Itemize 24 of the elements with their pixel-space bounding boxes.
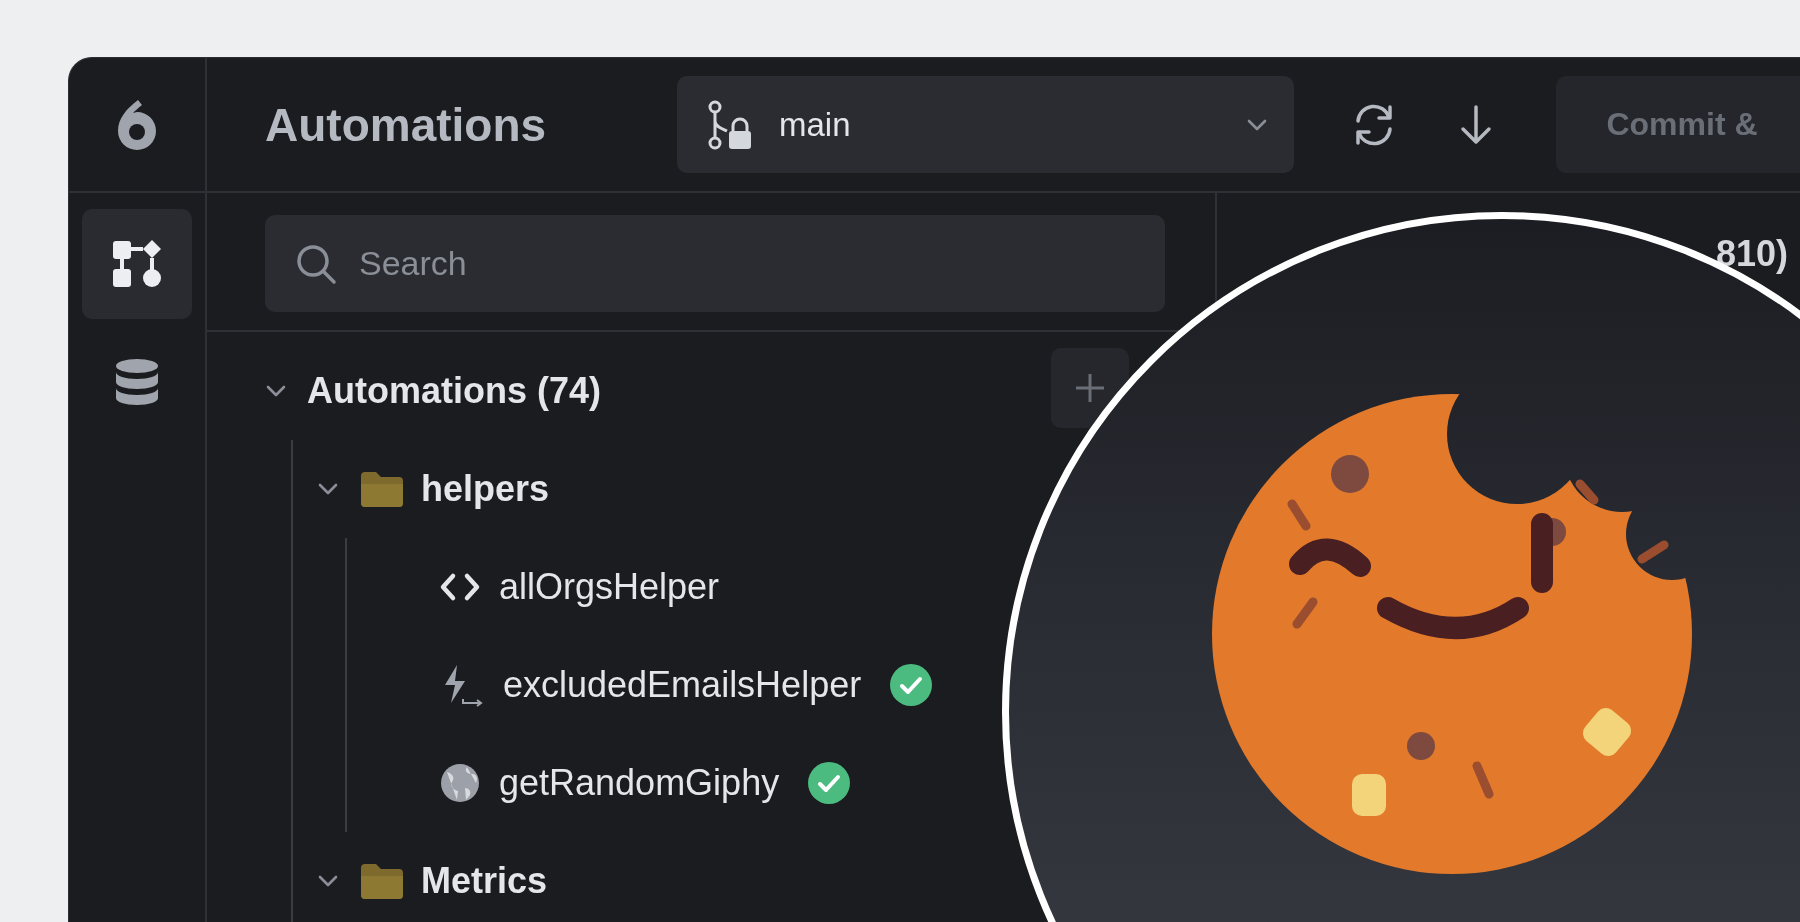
folder-label[interactable]: Metrics <box>421 860 548 902</box>
folder-label[interactable]: helpers <box>421 468 550 510</box>
folder-icon <box>359 862 405 900</box>
code-icon <box>439 572 481 602</box>
download-arrow-icon[interactable] <box>1458 102 1494 147</box>
plus-icon <box>1073 371 1107 405</box>
item-label[interactable]: excludedEmailsHelper <box>503 664 862 706</box>
rail-tab[interactable] <box>82 209 192 319</box>
heading-fragment: 810) <box>1715 233 1788 276</box>
chevron-down-icon[interactable] <box>317 482 339 496</box>
chevron-down-icon[interactable] <box>265 384 287 398</box>
item-label[interactable]: allOrgsHelper <box>499 566 720 608</box>
search-field[interactable]: Search <box>265 215 1165 312</box>
folder-icon <box>359 470 405 508</box>
item-label[interactable]: getRandomGiphy <box>499 762 780 804</box>
app-title: Automations <box>265 97 548 152</box>
section-label[interactable]: Automations (74) <box>307 370 601 412</box>
branch-lock-icon <box>707 98 753 151</box>
globe-icon <box>439 762 481 804</box>
check-badge-icon <box>889 663 934 707</box>
chevron-down-icon[interactable] <box>317 874 339 888</box>
branch-dropdown[interactable]: main <box>677 76 1294 173</box>
check-badge-icon <box>807 761 852 805</box>
caret-icon <box>1246 117 1268 132</box>
